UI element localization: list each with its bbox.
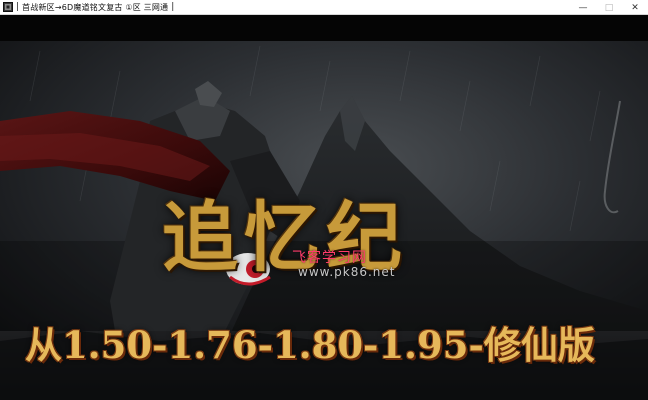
watermark-text: 飞客学习网 (292, 250, 367, 266)
minimize-icon: — (578, 2, 588, 13)
logo-overlay: 追忆纪 飞客学习网 www.pk86.net 从1.50-1.76-1.80-1… (0, 15, 648, 400)
app-icon[interactable] (2, 2, 13, 13)
close-icon: ✕ (631, 2, 639, 13)
window-controls: — □ ✕ (570, 0, 648, 15)
title-bar[interactable]: | 首战新区→6D魔道铭文复古 ①区 三网通 | — □ ✕ (0, 0, 648, 15)
version-banner: 从1.50-1.76-1.80-1.95-修仙版 (25, 323, 595, 367)
title-separator-right: | (171, 1, 175, 12)
watermark-url: www.pk86.net (298, 265, 396, 279)
game-splash-screen[interactable]: 追忆纪 飞客学习网 www.pk86.net 从1.50-1.76-1.80-1… (0, 15, 648, 400)
window-title: 首战新区→6D魔道铭文复古 ①区 三网通 (22, 2, 169, 12)
close-button[interactable]: ✕ (622, 0, 648, 15)
minimize-button[interactable]: — (570, 0, 596, 15)
maximize-button[interactable]: □ (596, 0, 622, 15)
maximize-icon: □ (604, 2, 614, 13)
game-client-window: | 首战新区→6D魔道铭文复古 ①区 三网通 | — □ ✕ 追忆纪 飞客学习网… (0, 0, 648, 400)
title-separator-left: | (16, 1, 20, 12)
